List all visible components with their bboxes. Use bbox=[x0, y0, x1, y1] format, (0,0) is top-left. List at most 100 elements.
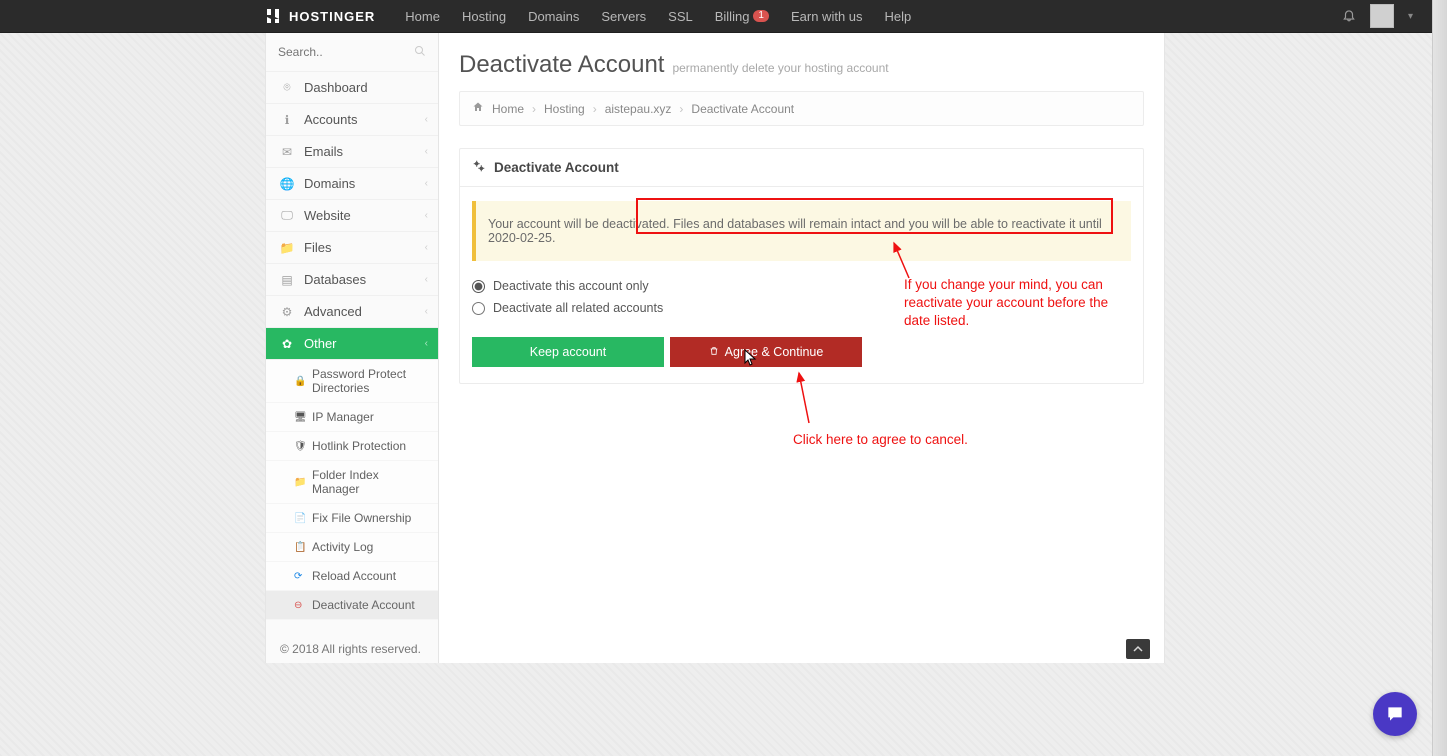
brand-logo-area[interactable]: HOSTINGER bbox=[265, 8, 375, 24]
sidebar-item-dashboard[interactable]: ⌾ Dashboard bbox=[266, 72, 438, 104]
top-nav-links: Home Hosting Domains Servers SSL Billing… bbox=[405, 9, 911, 24]
nav-servers[interactable]: Servers bbox=[601, 9, 646, 24]
radio-label: Deactivate this account only bbox=[493, 279, 649, 293]
crumb-home[interactable]: Home bbox=[492, 102, 524, 116]
footer-text: © 2018 All rights reserved. bbox=[280, 642, 421, 656]
deactivate-notice: Your account will be deactivated. Files … bbox=[472, 201, 1131, 261]
chevron-left-icon: ‹ bbox=[425, 210, 428, 221]
sidebar-label: Files bbox=[304, 240, 331, 255]
folder-icon: 📁 bbox=[294, 477, 306, 488]
subitem-folder-index[interactable]: 📁Folder Index Manager bbox=[266, 461, 438, 504]
breadcrumb: Home › Hosting › aistepau.xyz › Deactiva… bbox=[459, 91, 1144, 126]
info-icon: ℹ bbox=[278, 113, 296, 127]
nav-earn[interactable]: Earn with us bbox=[791, 9, 863, 24]
crumb-domain[interactable]: aistepau.xyz bbox=[605, 102, 672, 116]
sidebar-label: Dashboard bbox=[304, 80, 368, 95]
gears-icon bbox=[472, 159, 486, 176]
top-navbar: HOSTINGER Home Hosting Domains Servers S… bbox=[0, 0, 1447, 33]
subitem-label: Fix File Ownership bbox=[312, 511, 411, 525]
subitem-label: Hotlink Protection bbox=[312, 439, 406, 453]
main-content: Deactivate Account permanently delete yo… bbox=[439, 33, 1165, 663]
nav-home[interactable]: Home bbox=[405, 9, 440, 24]
sidebar-item-other[interactable]: ✿ Other ‹ bbox=[266, 328, 438, 360]
keep-account-button[interactable]: Keep account bbox=[472, 337, 664, 367]
sidebar-label: Advanced bbox=[304, 304, 362, 319]
browser-scrollbar[interactable] bbox=[1432, 0, 1447, 756]
lock-icon: 🔒 bbox=[294, 376, 306, 387]
radio-input[interactable] bbox=[472, 280, 485, 293]
sidebar-item-advanced[interactable]: ⚙Advanced‹ bbox=[266, 296, 438, 328]
gauge-icon: ⌾ bbox=[278, 80, 296, 95]
panel-header: Deactivate Account bbox=[460, 149, 1143, 187]
sidebar-item-accounts[interactable]: ℹAccounts‹ bbox=[266, 104, 438, 136]
sidebar-item-domains[interactable]: 🌐Domains‹ bbox=[266, 168, 438, 200]
subitem-reload-account[interactable]: ⟳ Reload Account bbox=[266, 562, 438, 591]
subitem-deactivate-account[interactable]: ⊖ Deactivate Account bbox=[266, 591, 438, 620]
subitem-label: Deactivate Account bbox=[312, 598, 415, 612]
subitem-activity-log[interactable]: 📋 Activity Log bbox=[266, 533, 438, 562]
wrench-icon: 📄 bbox=[294, 513, 306, 524]
search-icon bbox=[414, 45, 426, 60]
sidebar-label: Other bbox=[304, 336, 337, 351]
page-title: Deactivate Account permanently delete yo… bbox=[459, 51, 1144, 79]
sidebar: ⌾ Dashboard ℹAccounts‹ ✉ Emails ‹ 🌐Domains‹… bbox=[265, 33, 439, 663]
gear-icon: ✿ bbox=[278, 337, 296, 351]
page-subtitle: permanently delete your hosting account bbox=[672, 61, 888, 75]
chevron-left-icon: ‹ bbox=[425, 274, 428, 285]
sidebar-other-submenu: 🔒 Password Protect Directories 🖥 IP Manage… bbox=[266, 360, 438, 620]
subitem-label: IP Manager bbox=[312, 410, 374, 424]
chat-widget-button[interactable] bbox=[1373, 692, 1417, 736]
sidebar-search[interactable] bbox=[266, 33, 438, 72]
list-icon: 📋 bbox=[294, 542, 306, 553]
scroll-to-top-button[interactable] bbox=[1126, 639, 1150, 659]
reload-icon: ⟳ bbox=[294, 571, 306, 582]
user-avatar[interactable] bbox=[1370, 4, 1394, 28]
chevron-left-icon: ‹ bbox=[425, 242, 428, 253]
envelope-icon: ✉ bbox=[278, 145, 296, 159]
sidebar-item-databases[interactable]: ▤Databases‹ bbox=[266, 264, 438, 296]
subitem-label: Password Protect Directories bbox=[312, 367, 428, 395]
radio-deactivate-this-only[interactable]: Deactivate this account only bbox=[472, 279, 1131, 293]
nav-domains[interactable]: Domains bbox=[528, 9, 579, 24]
radio-deactivate-all-related[interactable]: Deactivate all related accounts bbox=[472, 301, 1131, 315]
annotation-agree-text: Click here to agree to cancel. bbox=[793, 431, 968, 449]
chevron-left-icon: ‹ bbox=[425, 338, 428, 349]
hostinger-logo-icon bbox=[265, 8, 281, 24]
radio-input[interactable] bbox=[472, 302, 485, 315]
nav-billing[interactable]: Billing1 bbox=[715, 9, 769, 24]
sidebar-label: Website bbox=[304, 208, 351, 223]
footer: © 2018 All rights reserved. bbox=[265, 634, 1165, 664]
folder-icon: 📁 bbox=[278, 241, 296, 255]
minus-circle-icon: ⊖ bbox=[294, 600, 306, 611]
monitor-icon: 🖵 bbox=[278, 208, 296, 223]
nav-help[interactable]: Help bbox=[885, 9, 912, 24]
user-menu-chevron-icon[interactable]: ▾ bbox=[1408, 11, 1413, 22]
shield-icon: 🛡 bbox=[294, 441, 306, 452]
notice-text: Your account will be deactivated. Files … bbox=[488, 217, 1102, 245]
brand-name: HOSTINGER bbox=[289, 9, 375, 24]
sidebar-label: Emails bbox=[304, 144, 343, 159]
subitem-password-protect[interactable]: 🔒 Password Protect Directories bbox=[266, 360, 438, 403]
nav-hosting[interactable]: Hosting bbox=[462, 9, 506, 24]
sidebar-item-emails[interactable]: ✉Emails‹ bbox=[266, 136, 438, 168]
sidebar-item-files[interactable]: 📁 Files ‹ bbox=[266, 232, 438, 264]
agree-continue-button[interactable]: Agree & Continue bbox=[670, 337, 862, 367]
search-input[interactable] bbox=[278, 45, 398, 59]
chevron-left-icon: ‹ bbox=[425, 306, 428, 317]
subitem-label: Reload Account bbox=[312, 569, 396, 583]
notifications-bell-icon[interactable] bbox=[1342, 8, 1356, 25]
trash-icon bbox=[709, 346, 719, 359]
server-icon: 🖥 bbox=[294, 412, 306, 423]
subitem-label: Activity Log bbox=[312, 540, 373, 554]
database-icon: ▤ bbox=[278, 273, 296, 287]
chevron-left-icon: ‹ bbox=[425, 178, 428, 189]
subitem-fix-file-ownership[interactable]: 📄 Fix File Ownership bbox=[266, 504, 438, 533]
nav-ssl[interactable]: SSL bbox=[668, 9, 693, 24]
chevron-right-icon: › bbox=[679, 102, 683, 116]
radio-label: Deactivate all related accounts bbox=[493, 301, 663, 315]
subitem-hotlink-protection[interactable]: 🛡 Hotlink Protection bbox=[266, 432, 438, 461]
sidebar-item-website[interactable]: 🖵 Website ‹ bbox=[266, 200, 438, 232]
panel-title-text: Deactivate Account bbox=[494, 160, 619, 175]
subitem-ip-manager[interactable]: 🖥 IP Manager bbox=[266, 403, 438, 432]
crumb-hosting[interactable]: Hosting bbox=[544, 102, 585, 116]
